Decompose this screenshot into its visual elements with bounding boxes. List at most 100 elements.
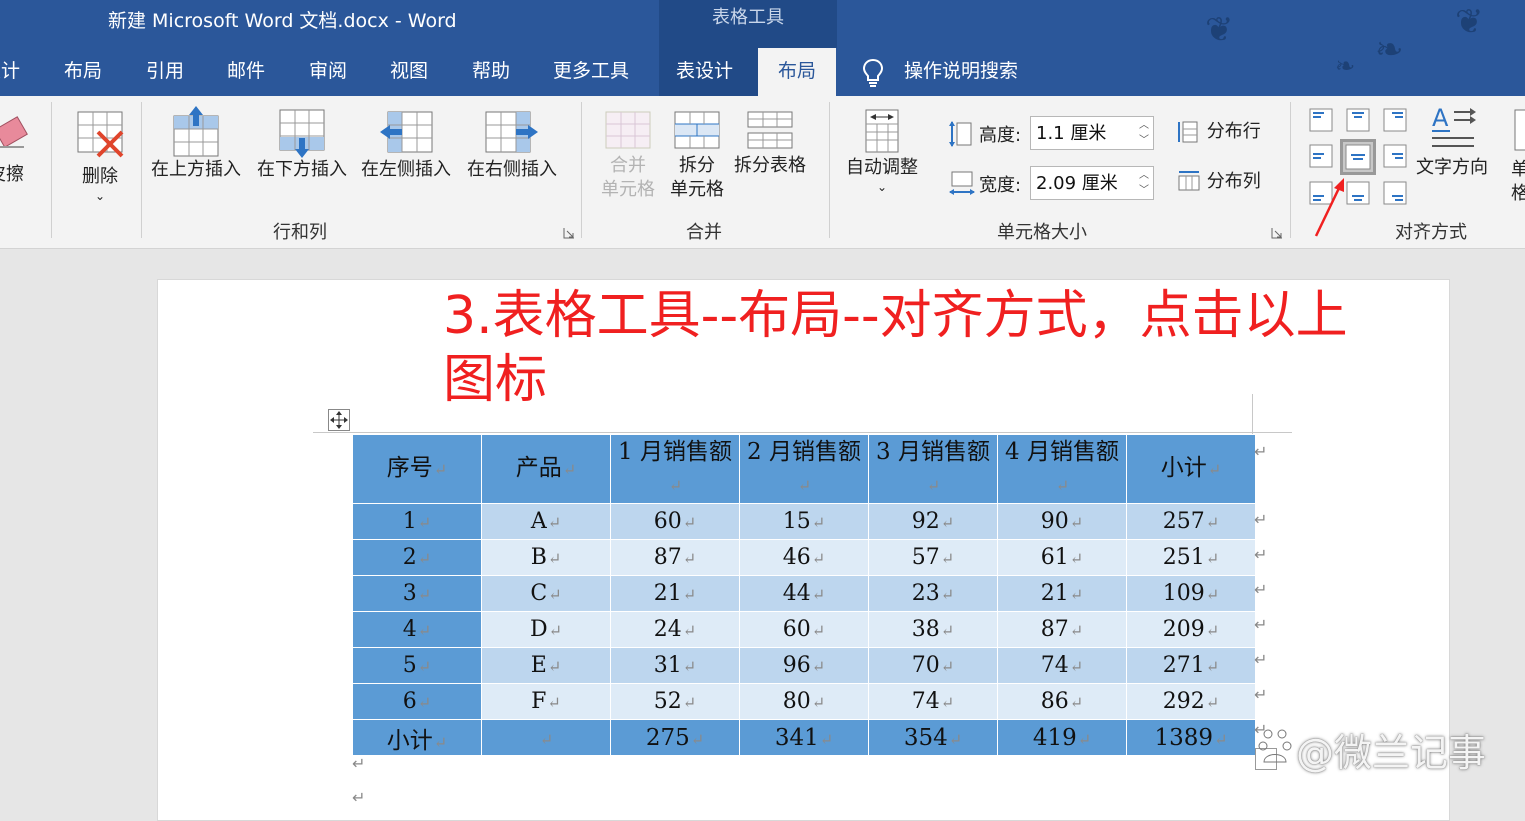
- tab-references[interactable]: 引用: [146, 48, 184, 96]
- dialog-launcher-icon[interactable]: [563, 227, 575, 239]
- delete-button[interactable]: 删除 ⌄: [72, 108, 128, 203]
- table-header-cell[interactable]: 产品↵: [481, 434, 611, 504]
- tab-view[interactable]: 视图: [390, 48, 428, 96]
- table-cell[interactable]: 109↵: [1126, 575, 1256, 612]
- table-cell[interactable]: D↵: [481, 611, 611, 648]
- cell-end-mark: ↵: [417, 693, 432, 712]
- table-cell[interactable]: 209↵: [1126, 611, 1256, 648]
- table-cell[interactable]: 341↵: [739, 719, 869, 756]
- table-cell[interactable]: 419↵: [997, 719, 1127, 756]
- table-cell[interactable]: 74↵: [997, 647, 1127, 684]
- column-width-input[interactable]: 2.09 厘米 ︿ ﹀: [1030, 166, 1154, 200]
- table-cell[interactable]: 31↵: [610, 647, 740, 684]
- tab-design[interactable]: 设计: [0, 48, 20, 96]
- table-cell[interactable]: 2↵: [352, 539, 482, 576]
- table-cell[interactable]: 52↵: [610, 683, 740, 720]
- tab-more-tools[interactable]: 更多工具: [553, 48, 629, 96]
- table-cell[interactable]: 92↵: [868, 503, 998, 540]
- table-cell[interactable]: 292↵: [1126, 683, 1256, 720]
- spin-arrows-icon[interactable]: ︿ ﹀: [1139, 118, 1149, 148]
- cell-end-mark: ↵: [940, 549, 955, 568]
- table-cell[interactable]: 87↵: [610, 539, 740, 576]
- table-header-row: 序号↵ 产品↵ 1 月销售额↵ 2 月销售额↵ 3 月销售额↵ 4 月销售额↵ …: [352, 434, 1256, 504]
- tab-help[interactable]: 帮助: [472, 48, 510, 96]
- align-middle-right-button[interactable]: [1382, 143, 1408, 169]
- eraser-button[interactable]: 橡皮擦: [0, 108, 36, 187]
- table-cell[interactable]: 1↵: [352, 503, 482, 540]
- table-header-cell[interactable]: 4 月销售额↵: [997, 434, 1127, 504]
- table-cell[interactable]: F↵: [481, 683, 611, 720]
- table-cell[interactable]: 44↵: [739, 575, 869, 612]
- distribute-columns-button[interactable]: 分布列: [1177, 170, 1261, 194]
- table-cell[interactable]: 21↵: [997, 575, 1127, 612]
- table-cell[interactable]: B↵: [481, 539, 611, 576]
- table-cell[interactable]: 60↵: [739, 611, 869, 648]
- table-move-handle[interactable]: [328, 409, 350, 431]
- table-cell[interactable]: 80↵: [739, 683, 869, 720]
- table-cell[interactable]: ↵: [481, 719, 611, 756]
- table-cell[interactable]: 21↵: [610, 575, 740, 612]
- table-header-cell[interactable]: 2 月销售额↵: [739, 434, 869, 504]
- align-top-left-button[interactable]: [1308, 107, 1334, 133]
- autofit-button[interactable]: 自动调整 ⌄: [846, 106, 918, 194]
- table-header-cell[interactable]: 3 月销售额↵: [868, 434, 998, 504]
- table-cell[interactable]: 24↵: [610, 611, 740, 648]
- split-table-button[interactable]: 拆分表格: [734, 106, 806, 178]
- tab-table-design[interactable]: 表设计: [676, 48, 733, 96]
- table-cell[interactable]: 60↵: [610, 503, 740, 540]
- table-cell[interactable]: 38↵: [868, 611, 998, 648]
- spin-arrows-icon[interactable]: ︿ ﹀: [1139, 168, 1149, 198]
- text-direction-button[interactable]: A 文字方向: [1416, 104, 1488, 180]
- table-cell[interactable]: E↵: [481, 647, 611, 684]
- align-middle-center-button[interactable]: [1340, 139, 1376, 175]
- table-cell[interactable]: 275↵: [610, 719, 740, 756]
- table-cell[interactable]: 23↵: [868, 575, 998, 612]
- table-cell[interactable]: 61↵: [997, 539, 1127, 576]
- table-cell[interactable]: 354↵: [868, 719, 998, 756]
- cell-margins-button[interactable]: 单 格: [1511, 106, 1525, 206]
- table-header-cell[interactable]: 序号↵: [352, 434, 482, 504]
- table-header-cell[interactable]: 小计↵: [1126, 434, 1256, 504]
- align-middle-left-button[interactable]: [1308, 143, 1334, 169]
- tab-table-layout[interactable]: 布局: [758, 48, 837, 98]
- align-bottom-right-button[interactable]: [1382, 180, 1408, 206]
- tab-review[interactable]: 审阅: [309, 48, 347, 96]
- table-header-cell[interactable]: 1 月销售额↵: [610, 434, 740, 504]
- table-cell[interactable]: 小计↵: [352, 719, 482, 756]
- sales-table[interactable]: 序号↵ 产品↵ 1 月销售额↵ 2 月销售额↵ 3 月销售额↵ 4 月销售额↵ …: [352, 434, 1256, 756]
- table-cell[interactable]: 5↵: [352, 647, 482, 684]
- distribute-rows-button[interactable]: 分布行: [1177, 120, 1261, 144]
- table-cell[interactable]: 257↵: [1126, 503, 1256, 540]
- table-cell[interactable]: 251↵: [1126, 539, 1256, 576]
- align-top-right-button[interactable]: [1382, 107, 1408, 133]
- table-cell[interactable]: 271↵: [1126, 647, 1256, 684]
- insert-left-button[interactable]: 在左侧插入: [361, 106, 451, 182]
- table-cell[interactable]: 74↵: [868, 683, 998, 720]
- split-cells-button[interactable]: 拆分 单元格: [668, 106, 726, 202]
- table-cell[interactable]: C↵: [481, 575, 611, 612]
- tab-layout-page[interactable]: 布局: [64, 48, 102, 96]
- table-cell[interactable]: 4↵: [352, 611, 482, 648]
- table-cell[interactable]: 90↵: [997, 503, 1127, 540]
- dialog-launcher-icon[interactable]: [1271, 227, 1283, 239]
- table-cell[interactable]: 86↵: [997, 683, 1127, 720]
- table-cell[interactable]: 70↵: [868, 647, 998, 684]
- table-cell[interactable]: 87↵: [997, 611, 1127, 648]
- table-cell[interactable]: 15↵: [739, 503, 869, 540]
- table-cell[interactable]: A↵: [481, 503, 611, 540]
- row-height-input[interactable]: 1.1 厘米 ︿ ﹀: [1030, 116, 1154, 150]
- insert-right-button[interactable]: 在右侧插入: [467, 106, 557, 182]
- table-cell[interactable]: 96↵: [739, 647, 869, 684]
- table-cell[interactable]: 6↵: [352, 683, 482, 720]
- table-cell[interactable]: 1389↵: [1126, 719, 1256, 756]
- table-cell[interactable]: 57↵: [868, 539, 998, 576]
- insert-above-button[interactable]: 在上方插入: [151, 106, 241, 182]
- table-cell[interactable]: 46↵: [739, 539, 869, 576]
- tab-mailings[interactable]: 邮件: [227, 48, 265, 96]
- insert-below-button[interactable]: 在下方插入: [257, 106, 347, 182]
- tell-me-search[interactable]: 操作说明搜索: [904, 48, 1018, 96]
- table-cell[interactable]: 3↵: [352, 575, 482, 612]
- align-top-center-button[interactable]: [1345, 107, 1371, 133]
- merge-cells-button[interactable]: 合并 单元格: [599, 106, 657, 202]
- cell-end-mark: ↵: [548, 585, 562, 604]
